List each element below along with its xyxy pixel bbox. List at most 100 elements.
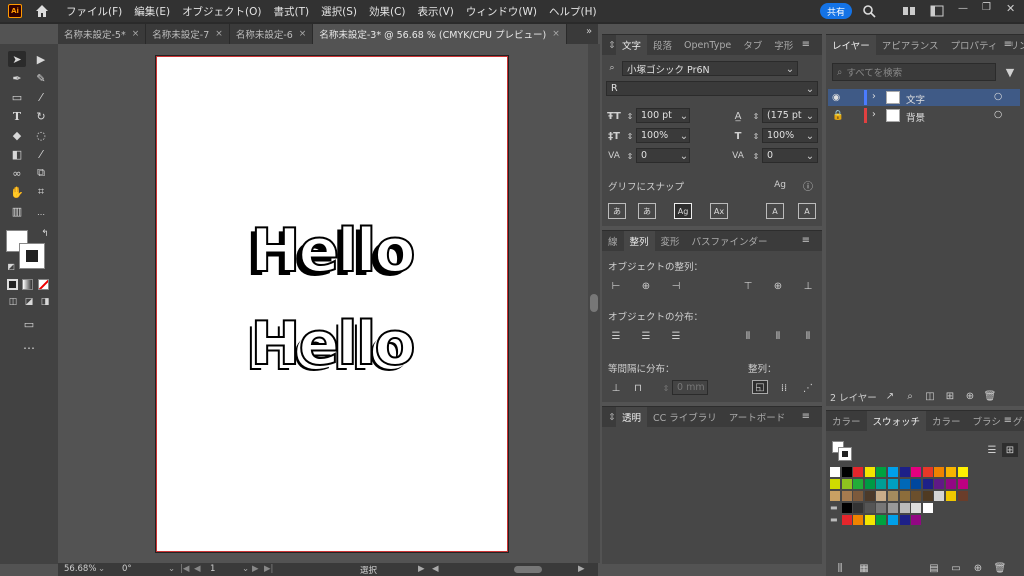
- horizontal-distribute-space-icon[interactable]: ⊓: [630, 381, 646, 395]
- direct-selection-tool-icon[interactable]: ▶: [32, 51, 50, 67]
- layer-row[interactable]: 🔒 › 背景 ○: [828, 107, 1020, 124]
- new-sublayer-icon[interactable]: ⊞: [942, 389, 958, 403]
- color-swatch[interactable]: [911, 503, 922, 513]
- snap-inset-icon[interactable]: A: [798, 203, 816, 219]
- color-swatch[interactable]: [876, 515, 887, 525]
- color-swatch[interactable]: [841, 479, 852, 489]
- shape-builder-tool-icon[interactable]: ⧉: [32, 165, 50, 181]
- new-swatch-icon[interactable]: ⊕: [970, 561, 986, 575]
- lasso-tool-icon[interactable]: ◌: [32, 127, 50, 143]
- gradient-tool-icon[interactable]: ◧: [8, 146, 26, 162]
- menu-item[interactable]: 選択(S): [321, 4, 357, 19]
- color-swatch[interactable]: [876, 503, 887, 513]
- color-swatch[interactable]: [922, 479, 933, 489]
- layer-row[interactable]: ◉ › 文字 ○: [828, 89, 1020, 106]
- color-swatch[interactable]: [830, 467, 840, 477]
- color-swatch[interactable]: [853, 491, 864, 501]
- color-swatch[interactable]: [957, 479, 968, 489]
- close-tab-icon[interactable]: ×: [552, 29, 560, 39]
- color-group-icon[interactable]: ▭: [948, 561, 964, 575]
- vertical-distribute-space-icon[interactable]: ⊥: [608, 381, 624, 395]
- menu-item[interactable]: 効果(C): [369, 4, 406, 19]
- home-icon[interactable]: [34, 3, 50, 19]
- default-colors-icon[interactable]: ◩: [2, 258, 20, 274]
- swatch-folder-icon[interactable]: ▬: [830, 515, 840, 525]
- color-swatch[interactable]: [864, 503, 875, 513]
- panel-menu-icon[interactable]: ≡: [998, 415, 1018, 426]
- color-mode-icon[interactable]: [7, 279, 18, 290]
- layer-name[interactable]: 背景: [906, 110, 925, 124]
- vertical-scale-dropdown-icon[interactable]: ⌄: [676, 129, 692, 143]
- close-tab-icon[interactable]: ×: [132, 29, 140, 39]
- panel-collapse-icon[interactable]: ⇕: [602, 40, 616, 51]
- color-swatch[interactable]: [864, 491, 875, 501]
- font-family-field[interactable]: 小塚ゴシック Pr6N: [622, 61, 798, 76]
- lock-icon[interactable]: 🔒: [832, 110, 844, 121]
- rectangle-tool-icon[interactable]: ▭: [8, 89, 26, 105]
- hscroll-left-icon[interactable]: ◀: [432, 564, 439, 574]
- swap-fill-stroke-icon[interactable]: ↰: [36, 226, 54, 242]
- menu-item[interactable]: オブジェクト(O): [182, 4, 261, 19]
- font-style-dropdown-icon[interactable]: ⌄: [802, 82, 818, 96]
- distribute-bottom-icon[interactable]: ☰: [668, 329, 684, 343]
- next-page-icon[interactable]: ▶: [252, 564, 259, 574]
- status-menu-icon[interactable]: ▶: [418, 564, 425, 574]
- color-swatch[interactable]: [841, 491, 852, 501]
- page-number[interactable]: 1: [210, 564, 215, 574]
- panel-tab[interactable]: 文字: [615, 35, 647, 55]
- snap-xheight-icon[interactable]: あ: [638, 203, 656, 219]
- align-hcenter-icon[interactable]: ⊕: [638, 279, 654, 293]
- zoom-level[interactable]: 56.68%: [64, 564, 96, 574]
- prev-page-icon[interactable]: ◀: [194, 564, 201, 574]
- color-swatch[interactable]: [899, 479, 910, 489]
- panel-tab[interactable]: カラー: [826, 414, 867, 428]
- screen-mode-icon[interactable]: ▭: [20, 316, 38, 332]
- panel-tab[interactable]: プロパティ: [945, 38, 1004, 52]
- color-swatch[interactable]: [841, 503, 852, 513]
- color-swatch[interactable]: [864, 467, 875, 477]
- color-swatch[interactable]: [911, 515, 922, 525]
- layer-search-field[interactable]: ⌕ すべてを検索: [832, 63, 996, 81]
- stroke-color-swatch[interactable]: [19, 243, 45, 269]
- align-to-artboard-icon[interactable]: ⋰: [800, 381, 816, 395]
- color-swatch[interactable]: [888, 515, 898, 525]
- graph-tool-icon[interactable]: ▥: [8, 203, 26, 219]
- none-mode-icon[interactable]: [38, 279, 49, 290]
- color-swatch[interactable]: [888, 479, 898, 489]
- tracking-dropdown-icon[interactable]: ⌄: [802, 149, 818, 163]
- color-swatch[interactable]: [876, 467, 887, 477]
- expand-layer-icon[interactable]: ›: [872, 91, 876, 102]
- font-size-dropdown-icon[interactable]: ⌄: [676, 109, 692, 123]
- delete-swatch-icon[interactable]: 🗑: [992, 561, 1008, 575]
- color-swatch[interactable]: [946, 491, 956, 501]
- paintbrush-tool-icon[interactable]: ⁄: [32, 89, 50, 105]
- type-tool-icon[interactable]: T: [8, 108, 26, 124]
- menu-item[interactable]: ウィンドウ(W): [466, 4, 537, 19]
- eyedropper-tool-icon[interactable]: ⁄: [32, 146, 50, 162]
- color-swatch[interactable]: [853, 515, 864, 525]
- color-swatch[interactable]: [841, 467, 852, 477]
- font-style-field[interactable]: R: [606, 81, 818, 96]
- clipping-mask-icon[interactable]: ◫: [922, 389, 938, 403]
- panel-tab[interactable]: タブ: [737, 38, 768, 52]
- scroll-thumb[interactable]: [590, 294, 598, 312]
- tabs-overflow-icon[interactable]: »: [586, 26, 592, 37]
- distribute-left-icon[interactable]: ⫴: [740, 329, 756, 343]
- color-swatch[interactable]: [946, 479, 956, 489]
- selection-tool-icon[interactable]: ➤: [8, 51, 26, 67]
- color-swatch[interactable]: [934, 479, 945, 489]
- close-tab-icon[interactable]: ×: [299, 29, 307, 39]
- color-swatch[interactable]: [934, 491, 945, 501]
- target-circle-icon[interactable]: ○: [994, 91, 1002, 102]
- visibility-eye-icon[interactable]: ◉: [832, 92, 840, 103]
- color-swatch[interactable]: [911, 467, 922, 477]
- trash-icon[interactable]: 🗑: [982, 389, 998, 403]
- color-swatch[interactable]: [922, 491, 933, 501]
- color-swatch[interactable]: [841, 515, 852, 525]
- eraser-tool-icon[interactable]: ◆: [8, 127, 26, 143]
- color-swatch[interactable]: [957, 491, 968, 501]
- distribute-top-icon[interactable]: ☰: [608, 329, 624, 343]
- menu-item[interactable]: 書式(T): [274, 4, 310, 19]
- hello-text-drop-shadow[interactable]: Hello: [157, 215, 507, 287]
- grid-view-icon[interactable]: ⊞: [1002, 443, 1018, 457]
